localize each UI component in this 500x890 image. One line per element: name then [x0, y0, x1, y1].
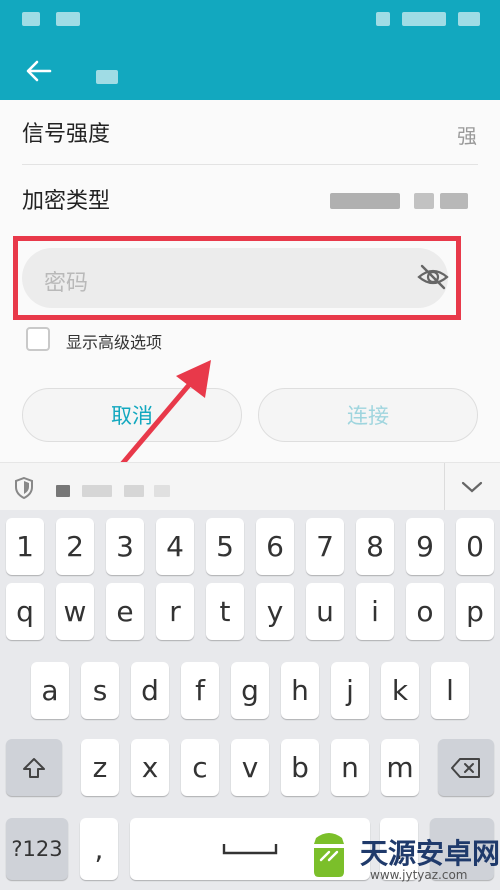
comma-key[interactable]: , — [80, 818, 118, 880]
watermark: 天源安卓网 www.jytyaz.com — [300, 828, 500, 888]
key-m[interactable]: m — [381, 739, 419, 796]
symbol-key[interactable]: ?123 — [6, 818, 68, 880]
key-n[interactable]: n — [331, 739, 369, 796]
key-o[interactable]: o — [406, 583, 444, 640]
key-3[interactable]: 3 — [106, 518, 144, 575]
key-6[interactable]: 6 — [256, 518, 294, 575]
key-k[interactable]: k — [381, 662, 419, 719]
key-v[interactable]: v — [231, 739, 269, 796]
key-8[interactable]: 8 — [356, 518, 394, 575]
shift-icon — [23, 757, 45, 778]
key-i[interactable]: i — [356, 583, 394, 640]
key-e[interactable]: e — [106, 583, 144, 640]
key-d[interactable]: d — [131, 662, 169, 719]
key-4[interactable]: 4 — [156, 518, 194, 575]
key-f[interactable]: f — [181, 662, 219, 719]
key-h[interactable]: h — [281, 662, 319, 719]
watermark-url: www.jytyaz.com — [370, 868, 468, 882]
key-7[interactable]: 7 — [306, 518, 344, 575]
key-9[interactable]: 9 — [406, 518, 444, 575]
keyboard-toolbar — [0, 462, 500, 511]
android-logo-icon — [314, 833, 344, 877]
key-u[interactable]: u — [306, 583, 344, 640]
key-b[interactable]: b — [281, 739, 319, 796]
watermark-title: 天源安卓网 — [360, 837, 500, 870]
key-5[interactable]: 5 — [206, 518, 244, 575]
backspace-icon — [451, 757, 480, 778]
shield-icon — [15, 477, 33, 499]
shift-key[interactable] — [6, 739, 62, 796]
key-t[interactable]: t — [206, 583, 244, 640]
key-y[interactable]: y — [256, 583, 294, 640]
key-s[interactable]: s — [81, 662, 119, 719]
key-j[interactable]: j — [331, 662, 369, 719]
key-x[interactable]: x — [131, 739, 169, 796]
key-a[interactable]: a — [31, 662, 69, 719]
key-2[interactable]: 2 — [56, 518, 94, 575]
key-q[interactable]: q — [6, 583, 44, 640]
key-r[interactable]: r — [156, 583, 194, 640]
key-g[interactable]: g — [231, 662, 269, 719]
key-z[interactable]: z — [81, 739, 119, 796]
keyboard-collapse-chevron-icon[interactable] — [460, 479, 484, 495]
key-1[interactable]: 1 — [6, 518, 44, 575]
key-p[interactable]: p — [456, 583, 494, 640]
key-w[interactable]: w — [56, 583, 94, 640]
key-l[interactable]: l — [431, 662, 469, 719]
key-0[interactable]: 0 — [456, 518, 494, 575]
space-bar-icon — [222, 844, 278, 855]
key-c[interactable]: c — [181, 739, 219, 796]
backspace-key[interactable] — [438, 739, 494, 796]
